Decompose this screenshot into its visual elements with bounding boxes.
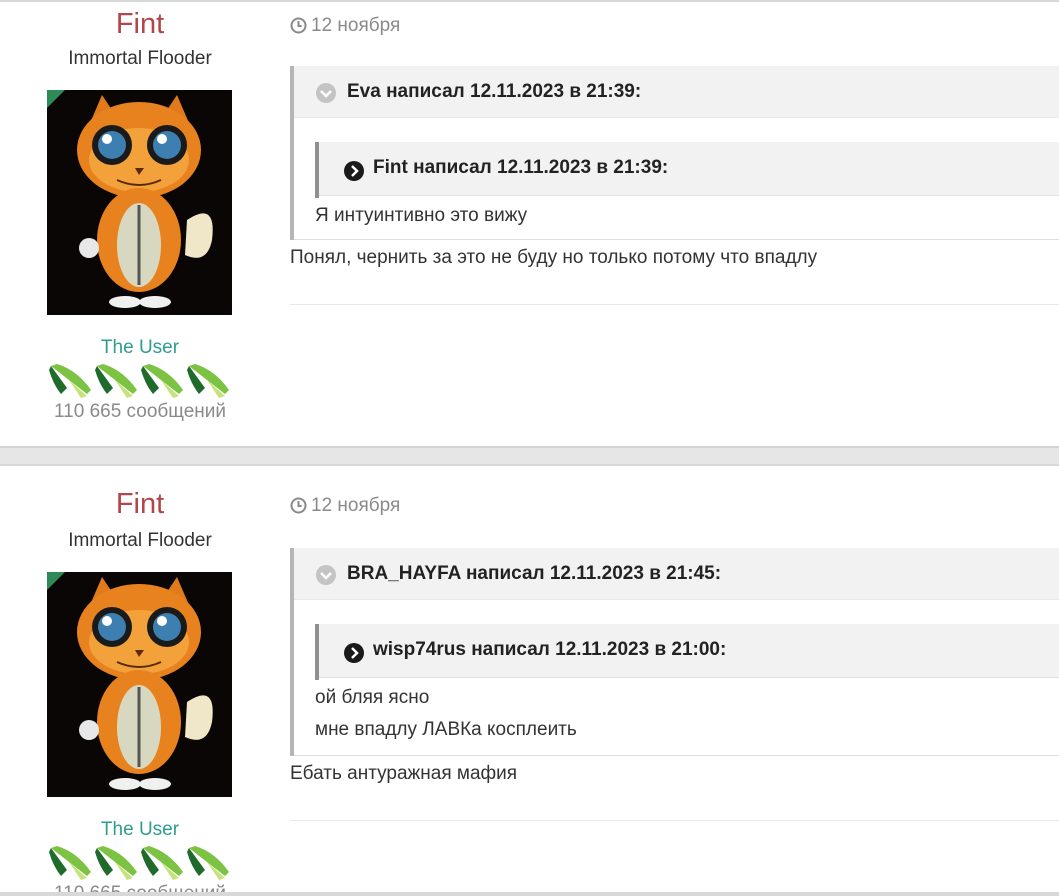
nested-quote: Fint написал 12.11.2023 в 21:39: xyxy=(315,142,1059,198)
post-separator xyxy=(0,446,1059,464)
online-indicator xyxy=(47,90,65,108)
quote-block: Eva написал 12.11.2023 в 21:39: Fint нап… xyxy=(290,66,1059,240)
nested-quote-header[interactable]: Fint написал 12.11.2023 в 21:39: xyxy=(319,142,1059,196)
nested-quote-header[interactable]: wisp74rus написал 12.11.2023 в 21:00: xyxy=(319,624,1059,678)
thread-page: Fint Immortal Flooder The User 110 665 с… xyxy=(0,0,1059,896)
post-date[interactable]: 12 ноября xyxy=(290,494,400,518)
post-divider xyxy=(290,820,1059,821)
online-indicator xyxy=(47,572,65,590)
avatar[interactable] xyxy=(47,90,232,315)
chevron-down-icon[interactable] xyxy=(315,564,337,586)
quote-text: Я интуинтивно это вижу xyxy=(315,205,528,226)
arrow-right-icon[interactable] xyxy=(343,160,365,182)
leaf-rank-icon xyxy=(49,364,91,398)
quote-header[interactable]: BRA_HAYFA написал 12.11.2023 в 21:45: xyxy=(294,548,1059,600)
rank-icons xyxy=(47,842,237,882)
author-name[interactable]: Fint xyxy=(0,6,280,42)
post-date-text: 12 ноября xyxy=(311,495,401,516)
post: Fint Immortal Flooder The User 110 665 с… xyxy=(0,464,1059,896)
user-title: Immortal Flooder xyxy=(68,48,212,69)
quote-header[interactable]: Eva написал 12.11.2023 в 21:39: xyxy=(294,66,1059,118)
leaf-rank-icon xyxy=(187,364,229,398)
avatar[interactable] xyxy=(47,572,232,797)
quote-block: BRA_HAYFA написал 12.11.2023 в 21:45: wi… xyxy=(290,548,1059,756)
cat-avatar-image xyxy=(47,90,232,315)
quote-bottom-line xyxy=(294,239,1059,240)
leaf-rank-icon xyxy=(187,846,229,880)
cat-avatar-image xyxy=(47,572,232,797)
quote-text: ой бляя ясно xyxy=(315,687,430,708)
leaf-rank-icon xyxy=(141,364,183,398)
nested-quote: wisp74rus написал 12.11.2023 в 21:00: xyxy=(315,624,1059,680)
quote-text: мне впадлу ЛАВКа косплеить xyxy=(315,719,577,740)
author-name[interactable]: Fint xyxy=(0,486,280,522)
leaf-rank-icon xyxy=(95,846,137,880)
nested-quote-title: wisp74rus написал 12.11.2023 в 21:00: xyxy=(373,639,727,660)
clock-icon xyxy=(290,497,307,514)
arrow-right-icon[interactable] xyxy=(343,642,365,664)
post-body: Ебать антуражная мафия xyxy=(290,763,518,784)
nested-quote-title: Fint написал 12.11.2023 в 21:39: xyxy=(373,157,669,178)
chevron-down-icon[interactable] xyxy=(315,82,337,104)
user-role[interactable]: The User xyxy=(0,336,280,360)
quote-title: BRA_HAYFA написал 12.11.2023 в 21:45: xyxy=(347,563,722,584)
leaf-rank-icon xyxy=(141,846,183,880)
post-date-text: 12 ноября xyxy=(311,15,401,36)
leaf-rank-icon xyxy=(49,846,91,880)
post: Fint Immortal Flooder The User 110 665 с… xyxy=(0,0,1059,446)
user-title: Immortal Flooder xyxy=(68,530,212,551)
user-role[interactable]: The User xyxy=(0,818,280,842)
page-bottom-border xyxy=(0,892,1059,896)
message-count: 110 665 сообщений xyxy=(54,401,226,422)
quote-bottom-line xyxy=(294,755,1059,756)
post-body: Понял, чернить за это не буду но только … xyxy=(290,247,818,268)
rank-icons xyxy=(47,360,237,400)
quote-title: Eva написал 12.11.2023 в 21:39: xyxy=(347,81,642,102)
post-date[interactable]: 12 ноября xyxy=(290,14,400,38)
post-divider xyxy=(290,304,1059,305)
leaf-rank-icon xyxy=(95,364,137,398)
clock-icon xyxy=(290,17,307,34)
